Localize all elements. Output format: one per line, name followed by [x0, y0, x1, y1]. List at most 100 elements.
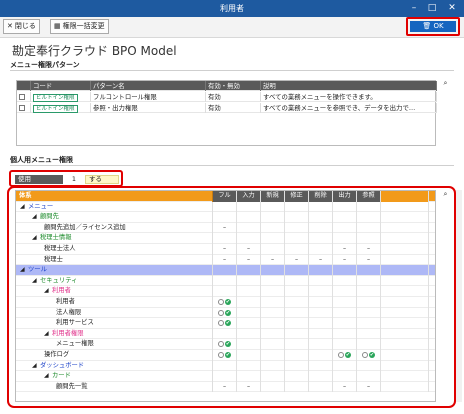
- tree-item-label[interactable]: 操作ログ: [16, 350, 213, 361]
- tree-item-label[interactable]: 税理士法人: [16, 244, 213, 255]
- perm-cell[interactable]: ✔: [213, 339, 237, 350]
- expand-arrow-icon[interactable]: ◢: [20, 202, 28, 213]
- maximize-button[interactable]: □: [424, 2, 440, 14]
- tree-row[interactable]: 税理士法人 – – – –: [16, 244, 435, 255]
- tree-item-label[interactable]: ◢ ツール: [16, 265, 213, 276]
- perm-cell: [261, 318, 285, 329]
- perm-cell[interactable]: –: [309, 254, 333, 266]
- tree-row[interactable]: ◢ ダッシュボード: [16, 360, 435, 372]
- tree-row[interactable]: ◢ セキュリティ: [16, 275, 435, 287]
- use-value-field[interactable]: する: [85, 175, 119, 184]
- search-icon[interactable]: ⌕: [441, 79, 450, 88]
- permission-granted-icon[interactable]: ✔: [338, 352, 351, 358]
- table-row[interactable]: ビルトイン権限 参照・出力権限 有効 すべての業務メニューを参照でき、データを出…: [17, 103, 437, 113]
- permission-granted-icon[interactable]: ✔: [218, 320, 231, 327]
- perm-cell[interactable]: ✔: [213, 318, 237, 329]
- expand-arrow-icon[interactable]: ◢: [44, 371, 52, 382]
- tree-row[interactable]: ◢ 顧問先: [16, 212, 435, 223]
- tree-row[interactable]: ◢ 税理士情報: [16, 233, 435, 244]
- tree-item-label[interactable]: ◢ カード: [16, 371, 213, 382]
- tree-item-label[interactable]: ◢ セキュリティ: [16, 275, 213, 287]
- tree-row[interactable]: 顧問先追加／ライセンス追加 –: [16, 222, 435, 234]
- ok-button[interactable]: 🗑 OK: [410, 21, 456, 32]
- perm-cell[interactable]: –: [213, 254, 237, 266]
- perm-cell[interactable]: ✔: [213, 307, 237, 319]
- perm-cell[interactable]: ✔: [333, 350, 357, 361]
- perm-cell[interactable]: –: [285, 254, 309, 266]
- tree-row[interactable]: 操作ログ ✔ ✔ ✔: [16, 350, 435, 361]
- minimize-button[interactable]: –: [406, 2, 422, 14]
- checkbox[interactable]: [19, 94, 25, 100]
- expand-arrow-icon[interactable]: ◢: [32, 233, 40, 244]
- perm-cell[interactable]: ✔: [357, 350, 381, 361]
- perm-cell[interactable]: –: [357, 254, 381, 266]
- tree-row[interactable]: 法人権限 ✔: [16, 307, 435, 319]
- perm-cell[interactable]: –: [237, 381, 261, 393]
- tree-row[interactable]: 利用サービス ✔: [16, 318, 435, 329]
- perm-cell[interactable]: ✔: [213, 297, 237, 308]
- tree-row[interactable]: ◢ 利用者: [16, 286, 435, 297]
- perm-cell[interactable]: –: [237, 254, 261, 266]
- tree-item-label[interactable]: 利用者: [16, 297, 213, 308]
- vertical-scrollbar[interactable]: [456, 190, 462, 402]
- row-checkbox[interactable]: [17, 103, 31, 113]
- perm-cell: [261, 275, 285, 287]
- tree-row[interactable]: ◢ メニュー: [16, 201, 435, 213]
- perm-cell[interactable]: –: [237, 244, 261, 255]
- tree-item-label[interactable]: 顧問先追加／ライセンス追加: [16, 222, 213, 234]
- perm-cell[interactable]: –: [333, 254, 357, 266]
- permission-granted-icon[interactable]: ✔: [218, 352, 231, 358]
- builtin-code-button[interactable]: ビルトイン権限: [33, 94, 78, 102]
- expand-arrow-icon[interactable]: ◢: [20, 265, 28, 276]
- tree-row[interactable]: 顧問先一覧 – – – –: [16, 381, 435, 393]
- tree-item-label[interactable]: ◢ 顧問先: [16, 212, 213, 223]
- tree-item-label[interactable]: ◢ メニュー: [16, 201, 213, 213]
- permission-granted-icon[interactable]: ✔: [362, 352, 375, 358]
- perm-cell[interactable]: –: [333, 381, 357, 393]
- builtin-code-button[interactable]: ビルトイン権限: [33, 105, 78, 113]
- permission-granted-icon[interactable]: ✔: [218, 341, 231, 348]
- expand-arrow-icon[interactable]: ◢: [32, 276, 40, 287]
- tree-item-label[interactable]: ◢ 利用者権限: [16, 328, 213, 340]
- tree-item-label[interactable]: ◢ 税理士情報: [16, 233, 213, 244]
- perm-cell: [285, 286, 309, 297]
- tree-item-label[interactable]: メニュー権限: [16, 339, 213, 350]
- tree-row[interactable]: ◢ ツール: [16, 265, 435, 276]
- tree-row[interactable]: 税理士 – – – – – – –: [16, 254, 435, 266]
- tree-row[interactable]: メニュー権限 ✔: [16, 339, 435, 350]
- tree-item-label[interactable]: 顧問先一覧: [16, 381, 213, 393]
- tree-item-label[interactable]: ◢ ダッシュボード: [16, 360, 213, 372]
- close-window-button[interactable]: ✕: [444, 2, 460, 14]
- tree-row[interactable]: ◢ 利用者権限: [16, 328, 435, 340]
- tree-row[interactable]: 利用者 ✔: [16, 297, 435, 308]
- expand-arrow-icon[interactable]: ◢: [44, 329, 52, 340]
- perm-cell[interactable]: –: [261, 254, 285, 266]
- row-checkbox[interactable]: [17, 92, 31, 102]
- bulk-permission-change-button[interactable]: ▦ 権限一括変更: [50, 19, 109, 34]
- perm-cell[interactable]: –: [213, 222, 237, 234]
- perm-cell[interactable]: –: [357, 244, 381, 255]
- table-row[interactable]: ビルトイン権限 フルコントロール権限 有効 すべての業務メニューを操作できます。: [17, 92, 437, 102]
- permission-granted-icon[interactable]: ✔: [218, 299, 231, 305]
- tree-item-label[interactable]: 税理士: [16, 254, 213, 266]
- tree-row[interactable]: ◢ カード: [16, 371, 435, 382]
- perm-cell[interactable]: –: [213, 244, 237, 255]
- close-button[interactable]: ✕ 閉じる: [3, 19, 40, 34]
- checkbox[interactable]: [19, 105, 25, 111]
- perm-cell: [285, 212, 309, 223]
- perm-cell[interactable]: ✔: [213, 350, 237, 361]
- expand-arrow-icon[interactable]: ◢: [32, 361, 40, 372]
- tree-item-label[interactable]: ◢ 利用者: [16, 286, 213, 297]
- perm-cell[interactable]: –: [213, 381, 237, 393]
- perm-cell[interactable]: –: [333, 244, 357, 255]
- search-icon[interactable]: ⌕: [441, 190, 450, 199]
- permission-granted-icon[interactable]: ✔: [218, 309, 231, 316]
- tree-item-label[interactable]: 法人権限: [16, 307, 213, 319]
- perm-cell[interactable]: –: [357, 381, 381, 393]
- perm-cell: [333, 328, 357, 340]
- tree-item-label[interactable]: 利用サービス: [16, 318, 213, 329]
- expand-arrow-icon[interactable]: ◢: [44, 286, 52, 297]
- expand-arrow-icon[interactable]: ◢: [32, 212, 40, 223]
- row-code[interactable]: ビルトイン権限: [31, 92, 91, 102]
- row-code[interactable]: ビルトイン権限: [31, 103, 91, 113]
